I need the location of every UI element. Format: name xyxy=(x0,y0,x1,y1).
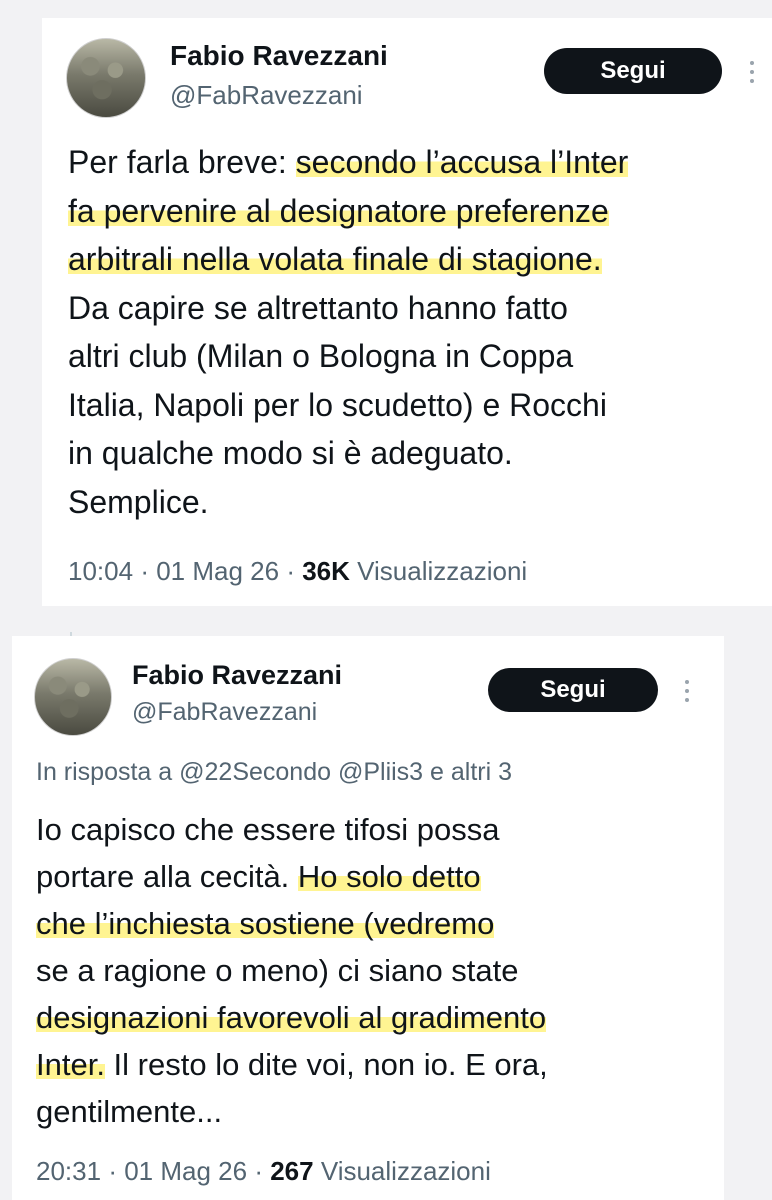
highlighted-text: arbitrali nella volata finale di stagion… xyxy=(68,241,602,277)
text-segment: Da capire se altrettanto hanno fatto xyxy=(68,289,568,326)
reply-suffix[interactable]: e altri 3 xyxy=(430,758,512,786)
reply-context: In risposta a @22Secondo @Pliis3 e altri… xyxy=(36,758,512,787)
tweet-text-line: Italia, Napoli per lo scudetto) e Rocchi xyxy=(68,381,628,430)
text-segment: Semplice. xyxy=(68,483,209,520)
avatar[interactable] xyxy=(34,658,112,736)
author-name[interactable]: Fabio Ravezzani xyxy=(170,40,388,72)
tweet-text-line: Inter. Il resto lo dite voi, non io. E o… xyxy=(36,1041,548,1088)
follow-button[interactable]: Segui xyxy=(488,668,658,712)
text-segment: se a ragione o meno) ci siano state xyxy=(36,953,519,988)
tweet-text-line: Da capire se altrettanto hanno fatto xyxy=(68,284,628,333)
tweet-text-line: Per farla breve: secondo l’accusa l’Inte… xyxy=(68,138,629,187)
meta-separator: · xyxy=(140,556,157,586)
tweet-text-line: altri club (Milan o Bologna in Coppa xyxy=(68,332,628,381)
tweet-text-line: in qualche modo si è adeguato. xyxy=(68,429,628,478)
meta-separator: · xyxy=(254,1156,271,1186)
tweet-text-line: designazioni favorevoli al gradimento xyxy=(36,994,548,1041)
highlighted-text: Ho solo detto xyxy=(297,859,481,894)
tweet-date[interactable]: 01 Mag 26 xyxy=(156,556,279,586)
text-segment: in qualche modo si è adeguato. xyxy=(68,435,513,471)
tweet-time[interactable]: 20:31 xyxy=(36,1156,101,1186)
meta-separator: · xyxy=(108,1156,125,1186)
tweet-date[interactable]: 01 Mag 26 xyxy=(124,1156,247,1186)
tweet-text-line: che l’inchiesta sostiene (vedremo xyxy=(36,900,548,947)
tweet-meta: 10:04 · 01 Mag 26 · 36K Visualizzazioni xyxy=(68,556,527,587)
highlighted-text: che l’inchiesta sostiene (vedremo xyxy=(36,906,495,941)
tweet-text-line: arbitrali nella volata finale di stagion… xyxy=(68,235,628,284)
tweet-text-line: Io capisco che essere tifosi possa xyxy=(36,806,548,853)
text-segment: gentilmente... xyxy=(36,1094,223,1129)
tweet-card: Fabio Ravezzani @FabRavezzani Segui In r… xyxy=(12,636,724,1200)
tweet-text-line: portare alla cecità. Ho solo detto xyxy=(36,853,548,900)
author-handle[interactable]: @FabRavezzani xyxy=(132,698,317,727)
views-count: 36K xyxy=(302,556,350,586)
avatar[interactable] xyxy=(66,38,146,118)
views-count: 267 xyxy=(270,1156,314,1186)
text-segment: Italia, Napoli per lo scudetto) e Rocchi xyxy=(68,386,607,423)
tweet-text-line: gentilmente... xyxy=(36,1088,548,1135)
views-label: Visualizzazioni xyxy=(357,556,528,586)
tweet-meta: 20:31 · 01 Mag 26 · 267 Visualizzazioni xyxy=(36,1156,491,1187)
text-segment: Il resto lo dite voi, non io. E ora, xyxy=(104,1047,548,1082)
reply-prefix: In risposta a xyxy=(36,758,173,786)
meta-separator: · xyxy=(286,556,303,586)
follow-button[interactable]: Segui xyxy=(544,48,722,94)
tweet-text: Per farla breve: secondo l’accusa l’Inte… xyxy=(68,138,629,527)
more-options-icon[interactable] xyxy=(684,680,690,702)
more-options-icon[interactable] xyxy=(749,61,755,83)
text-segment: Io capisco che essere tifosi possa xyxy=(36,812,500,847)
highlighted-text: Inter. xyxy=(36,1047,105,1082)
author-name[interactable]: Fabio Ravezzani xyxy=(132,660,342,691)
tweet-text: Io capisco che essere tifosi possa portar… xyxy=(36,806,548,1135)
text-segment: portare alla cecità. xyxy=(36,859,298,894)
highlighted-text: designazioni favorevoli al gradimento xyxy=(36,1000,547,1035)
tweet-card: Fabio Ravezzani @FabRavezzani Segui Per … xyxy=(42,18,772,606)
tweet-text-line: se a ragione o meno) ci siano state xyxy=(36,947,548,994)
text-segment: Per farla breve: xyxy=(68,144,296,180)
views-label: Visualizzazioni xyxy=(320,1156,491,1186)
text-segment: altri club (Milan o Bologna in Coppa xyxy=(68,338,574,374)
highlighted-text: secondo l’accusa l’Inter xyxy=(295,144,629,180)
tweet-time[interactable]: 10:04 xyxy=(68,556,133,586)
tweet-text-line: fa pervenire al designatore preferenze xyxy=(68,187,628,236)
tweet-text-line: Semplice. xyxy=(68,478,628,527)
reply-mentions[interactable]: @22Secondo @Pliis3 xyxy=(179,758,423,786)
author-handle[interactable]: @FabRavezzani xyxy=(170,80,363,111)
highlighted-text: fa pervenire al designatore preferenze xyxy=(68,192,609,229)
